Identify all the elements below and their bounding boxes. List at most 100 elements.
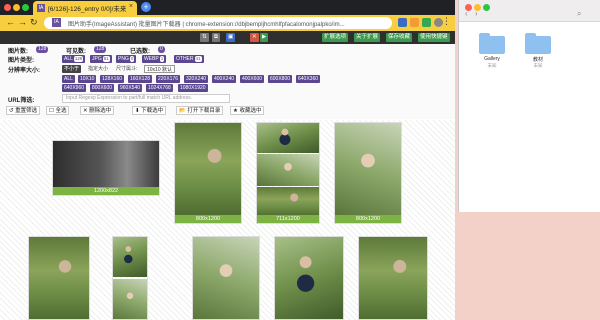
- close-tab-icon[interactable]: ×: [129, 3, 133, 10]
- toolbar-icon-button[interactable]: ▣: [226, 33, 236, 42]
- image-thumbnail: [29, 237, 89, 319]
- shortcut-button[interactable]: 使用快捷键: [418, 33, 450, 42]
- folder-icon[interactable]: [525, 33, 551, 54]
- close-window-button[interactable]: [4, 4, 11, 11]
- visible-count-badge: 128: [94, 46, 107, 53]
- finder-toolbar: ‹ › ⌕: [459, 0, 600, 22]
- size-mode-exact[interactable]: 指定大小: [88, 65, 108, 73]
- image-card[interactable]: 1200x822: [52, 140, 160, 196]
- type-filter-other[interactable]: OTHER 41: [174, 55, 204, 63]
- omnibox[interactable]: IA 图片助手(ImageAssistant) 批量图片下载器 | chrome…: [44, 17, 392, 29]
- size-display-label: 尺寸属斗:: [116, 66, 138, 72]
- folder-icon[interactable]: [479, 33, 505, 54]
- image-thumbnail: [275, 237, 343, 319]
- image-count-badge: 128: [36, 46, 49, 53]
- favorite-selected-button[interactable]: ★ 收藏选中: [230, 106, 265, 115]
- finder-back-icon[interactable]: ‹: [465, 9, 468, 18]
- image-thumbnail: [257, 187, 319, 217]
- image-thumbnail: [113, 279, 147, 319]
- delete-selected-button[interactable]: ✕ 删除选中: [80, 106, 115, 115]
- type-filter-all[interactable]: ALL 128: [62, 55, 86, 63]
- folder-name: Gallery: [484, 56, 500, 62]
- type-filter-png[interactable]: PNG 0: [116, 55, 137, 63]
- tab-title: [6/126]-126_entry 0/0]/未来/...: [48, 6, 126, 13]
- reload-icon[interactable]: ↻: [30, 17, 38, 28]
- toolbar-icon-button[interactable]: ✕: [250, 33, 259, 42]
- folder-name: 教材: [532, 57, 543, 63]
- extension-button-icon[interactable]: [422, 18, 431, 27]
- toolbar-icon-button[interactable]: ▶: [260, 33, 269, 42]
- image-card[interactable]: [192, 236, 260, 320]
- image-card[interactable]: [28, 236, 90, 320]
- size-mode-min[interactable]: 不小于: [62, 65, 82, 73]
- size-chip[interactable]: 128X160: [100, 75, 125, 83]
- new-tab-button[interactable]: +: [141, 2, 151, 12]
- size-chip[interactable]: 400X600: [240, 75, 265, 83]
- zoom-window-button[interactable]: [483, 4, 490, 11]
- image-thumbnail: [257, 123, 319, 153]
- extension-options-button[interactable]: 扩展选项: [322, 33, 349, 42]
- url-filter-label: URL筛选:: [8, 98, 35, 104]
- url-filter-input[interactable]: Input Regexp Expression to part/full mat…: [62, 94, 230, 103]
- image-thumbnail: [193, 237, 259, 319]
- image-thumbnail: [335, 123, 401, 217]
- visible-count-label: 可见数:: [66, 49, 86, 55]
- extension-button-icon[interactable]: [410, 18, 419, 27]
- size-chip[interactable]: 640X360: [296, 75, 321, 83]
- folder-subtext: 未知: [487, 63, 497, 68]
- resolution-label: 分辨率大小:: [8, 68, 40, 74]
- toolbar-icon-button[interactable]: ⧉: [212, 33, 220, 42]
- save-favorites-button[interactable]: 保存收藏: [386, 33, 413, 42]
- image-size-caption: 1200x822: [53, 187, 159, 195]
- browser-tab[interactable]: IA [6/126]-126_entry 0/0]/未来/... ×: [33, 1, 137, 15]
- size-chip[interactable]: 600X800: [268, 75, 293, 83]
- selected-count-badge: 0: [158, 46, 165, 53]
- image-gallery: 1200x822 800x1200 711x1200 800x1200: [0, 120, 455, 320]
- toolbar-icon-button[interactable]: ⇅: [200, 33, 209, 42]
- image-card[interactable]: [358, 236, 428, 320]
- size-chip[interactable]: 220X176: [156, 75, 181, 83]
- select-all-button[interactable]: ☐ 全选: [46, 106, 70, 115]
- selected-count-label: 已选数:: [130, 49, 150, 55]
- extension-favicon-icon: IA: [37, 4, 45, 12]
- image-count-label: 图片数:: [8, 49, 28, 55]
- about-extension-button[interactable]: 关于扩展: [354, 33, 381, 42]
- size-chip[interactable]: 800X600: [90, 84, 115, 92]
- image-size-caption: 711x1200: [257, 215, 319, 223]
- size-chip[interactable]: 1080X1920: [178, 84, 208, 92]
- size-chip[interactable]: 400X240: [212, 75, 237, 83]
- image-card[interactable]: 800x1200: [174, 122, 242, 224]
- size-display-select[interactable]: 10x10 默认: [144, 65, 176, 73]
- reset-filter-button[interactable]: ↺ 重置筛选: [6, 106, 41, 115]
- open-download-dir-button[interactable]: 📂 打开下载目录: [176, 106, 224, 115]
- image-card[interactable]: [274, 236, 344, 320]
- forward-icon[interactable]: →: [18, 17, 27, 27]
- browser-menu-icon[interactable]: ⋮: [442, 16, 451, 27]
- size-chip[interactable]: 960X540: [118, 84, 143, 92]
- type-filter-jpg[interactable]: JPG 61: [90, 55, 112, 63]
- image-card[interactable]: [112, 236, 148, 320]
- back-icon[interactable]: ←: [6, 17, 15, 27]
- download-selected-button[interactable]: ⬇ 下载选中: [132, 106, 167, 115]
- finder-search-icon[interactable]: ⌕: [577, 9, 581, 19]
- image-thumbnail: [359, 237, 427, 319]
- minimize-window-button[interactable]: [13, 4, 20, 11]
- image-card[interactable]: 800x1200: [334, 122, 402, 224]
- size-chip[interactable]: 1024X768: [146, 84, 173, 92]
- url-text: 图片助手(ImageAssistant) 批量图片下载器 | chrome-ex…: [68, 22, 345, 28]
- image-card[interactable]: 711x1200: [256, 122, 320, 224]
- image-thumbnail: [257, 154, 319, 186]
- extension-button-icon[interactable]: [398, 18, 407, 27]
- filter-panel: 图片数: 128 可见数: 128 已选数: 0 图片类型: ALL 128 JP…: [0, 44, 455, 119]
- type-filter-webp[interactable]: WEBP 1: [142, 55, 167, 63]
- size-chip[interactable]: 320X240: [184, 75, 209, 83]
- size-chip[interactable]: 10X10: [78, 75, 97, 83]
- size-chip[interactable]: 160X128: [128, 75, 153, 83]
- zoom-window-button[interactable]: [22, 4, 29, 11]
- size-chip[interactable]: 640X960: [62, 84, 87, 92]
- finder-window: ‹ › ⌕ Gallery 未知 教材 未知: [458, 0, 600, 212]
- size-chip[interactable]: ALL: [62, 75, 75, 83]
- finder-forward-icon[interactable]: ›: [475, 9, 478, 18]
- image-size-caption: 800x1200: [175, 215, 241, 223]
- image-thumbnail: [53, 141, 159, 189]
